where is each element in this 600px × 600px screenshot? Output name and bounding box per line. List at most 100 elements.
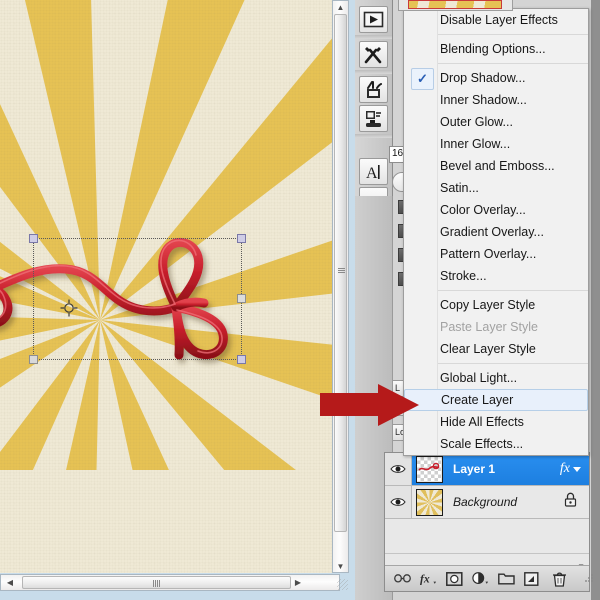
dock-separator	[355, 70, 392, 74]
menu-separator	[438, 363, 588, 364]
add-layer-mask-icon[interactable]	[446, 570, 463, 587]
fx-icon: fx	[420, 573, 437, 586]
layer-thumbnail-layer-1[interactable]	[416, 455, 443, 483]
new-layer-icon[interactable]	[524, 570, 539, 587]
panel-resize-grip[interactable]	[585, 570, 594, 587]
menu-item-scale-effects[interactable]: Scale Effects...	[404, 433, 588, 455]
menu-item-stroke[interactable]: Stroke...	[404, 265, 588, 287]
document-canvas[interactable]	[0, 0, 332, 573]
menu-item-copy-layer-style[interactable]: Copy Layer Style	[404, 294, 588, 316]
horizontal-scroll-thumb[interactable]	[22, 576, 291, 589]
menu-item-label: Stroke...	[440, 269, 487, 283]
menu-item-inner-shadow[interactable]: Inner Shadow...	[404, 89, 588, 111]
menu-item-label: Bevel and Emboss...	[440, 159, 555, 173]
new-adjustment-layer-icon[interactable]	[472, 570, 489, 587]
layer-row-background[interactable]: Background	[385, 486, 589, 519]
menu-item-label: Gradient Overlay...	[440, 225, 544, 239]
layer-lock-icon	[564, 492, 577, 512]
layer-style-icon[interactable]: fx	[420, 570, 437, 587]
scroll-left-icon[interactable]: ◀	[3, 576, 17, 589]
trash-icon	[553, 572, 566, 587]
menu-item-label: Create Layer	[441, 393, 514, 407]
free-transform-bounding-box[interactable]	[29, 234, 246, 364]
link-layers-icon[interactable]	[394, 570, 411, 587]
menu-item-blending-options[interactable]: Blending Options...	[404, 38, 588, 60]
menu-item-disable-layer-effects[interactable]: Disable Layer Effects	[404, 9, 588, 31]
eye-icon	[390, 498, 406, 506]
resize-grip-icon	[585, 574, 593, 582]
transform-handle-top-left[interactable]	[29, 234, 38, 243]
dock-button-tool-presets[interactable]	[359, 41, 388, 68]
menu-separator	[438, 34, 588, 35]
menu-item-color-overlay[interactable]: Color Overlay...	[404, 199, 588, 221]
dock-button-character[interactable]: A	[359, 158, 388, 185]
window-resize-grip[interactable]	[337, 579, 348, 590]
layers-empty-space	[385, 519, 589, 554]
vertical-scroll-thumb[interactable]	[334, 14, 347, 532]
scroll-up-icon[interactable]: ▲	[333, 0, 348, 14]
menu-item-label: Paste Layer Style	[440, 320, 538, 334]
folder-icon	[498, 573, 515, 585]
layer-visibility-toggle-layer-1[interactable]	[385, 453, 412, 485]
menu-item-label: Global Light...	[440, 371, 518, 385]
transform-handle-bottom-right[interactable]	[237, 355, 246, 364]
layer-visibility-toggle-background[interactable]	[385, 486, 412, 518]
dock-button-clone-source[interactable]	[359, 105, 388, 132]
dock-button-brushes[interactable]	[359, 76, 388, 103]
menu-item-label: Inner Glow...	[440, 137, 511, 151]
character-a-icon: A	[366, 164, 380, 182]
menu-item-gradient-overlay[interactable]: Gradient Overlay...	[404, 221, 588, 243]
layer-row-layer-1[interactable]: Layer 1 fx	[385, 453, 589, 486]
menu-item-bevel-and-emboss[interactable]: Bevel and Emboss...	[404, 155, 588, 177]
menu-item-label: Color Overlay...	[440, 203, 526, 217]
layer-name-background[interactable]: Background	[453, 495, 564, 509]
scroll-thumb-grip	[338, 268, 345, 274]
menu-item-satin[interactable]: Satin...	[404, 177, 588, 199]
brush-jar-icon	[366, 80, 382, 98]
svg-text:fx: fx	[420, 573, 430, 586]
transform-handle-top-right[interactable]	[237, 234, 246, 243]
canvas-vertical-scrollbar[interactable]: ▲ ▼	[332, 0, 349, 573]
new-group-icon[interactable]	[498, 570, 515, 587]
menu-item-pattern-overlay[interactable]: Pattern Overlay...	[404, 243, 588, 265]
tool-dock: A ¶	[355, 0, 393, 257]
layer-name-layer-1[interactable]: Layer 1	[453, 462, 560, 476]
menu-item-clear-layer-style[interactable]: Clear Layer Style	[404, 338, 588, 360]
play-icon	[363, 11, 384, 28]
scroll-down-icon[interactable]: ▼	[333, 559, 348, 573]
tools-cross-icon	[364, 46, 382, 63]
transform-reference-point-icon[interactable]	[60, 299, 78, 317]
layer-thumbnail-background[interactable]	[416, 488, 443, 516]
scroll-right-icon[interactable]: ▶	[291, 576, 305, 589]
menu-item-outer-glow[interactable]: Outer Glow...	[404, 111, 588, 133]
photoshop-screenshot: ▲ ▼ ◀ ▶ A 16 L Lo Layer 1 fx Background …	[0, 0, 600, 600]
menu-item-drop-shadow[interactable]: ✓ Drop Shadow...	[404, 67, 588, 90]
menu-item-label: Copy Layer Style	[440, 298, 536, 312]
dock-button-play-action[interactable]	[359, 6, 388, 33]
menu-item-global-light[interactable]: Global Light...	[404, 367, 588, 389]
mask-icon	[446, 571, 463, 586]
layers-panel-toolbar: fx	[385, 565, 593, 591]
menu-item-label: Drop Shadow...	[440, 71, 526, 85]
menu-item-label: Scale Effects...	[440, 437, 524, 451]
delete-layer-icon[interactable]	[552, 570, 567, 587]
menu-item-label: Satin...	[440, 181, 479, 195]
clone-stamp-icon	[365, 110, 381, 127]
chain-link-icon	[394, 574, 411, 583]
menu-item-label: Clear Layer Style	[440, 342, 536, 356]
layer-effects-context-menu[interactable]: Disable Layer Effects Blending Options...…	[403, 8, 589, 456]
layer-fx-badge[interactable]: fx	[560, 461, 570, 477]
menu-item-label: Disable Layer Effects	[440, 13, 558, 27]
thumbnail-rope-preview	[418, 462, 440, 471]
expand-effects-triangle-icon[interactable]	[573, 466, 581, 472]
selected-layer-preview-thumbnail	[408, 0, 502, 9]
document-window: ▲ ▼ ◀ ▶	[0, 0, 355, 600]
menu-item-create-layer[interactable]: Create Layer	[404, 389, 588, 411]
transform-handle-middle-right[interactable]	[237, 294, 246, 303]
new-page-icon	[524, 571, 539, 586]
canvas-horizontal-scrollbar[interactable]: ◀ ▶	[0, 574, 340, 591]
menu-separator	[438, 63, 588, 64]
transform-handle-bottom-left[interactable]	[29, 355, 38, 364]
menu-item-hide-all-effects[interactable]: Hide All Effects	[404, 411, 588, 433]
menu-item-inner-glow[interactable]: Inner Glow...	[404, 133, 588, 155]
